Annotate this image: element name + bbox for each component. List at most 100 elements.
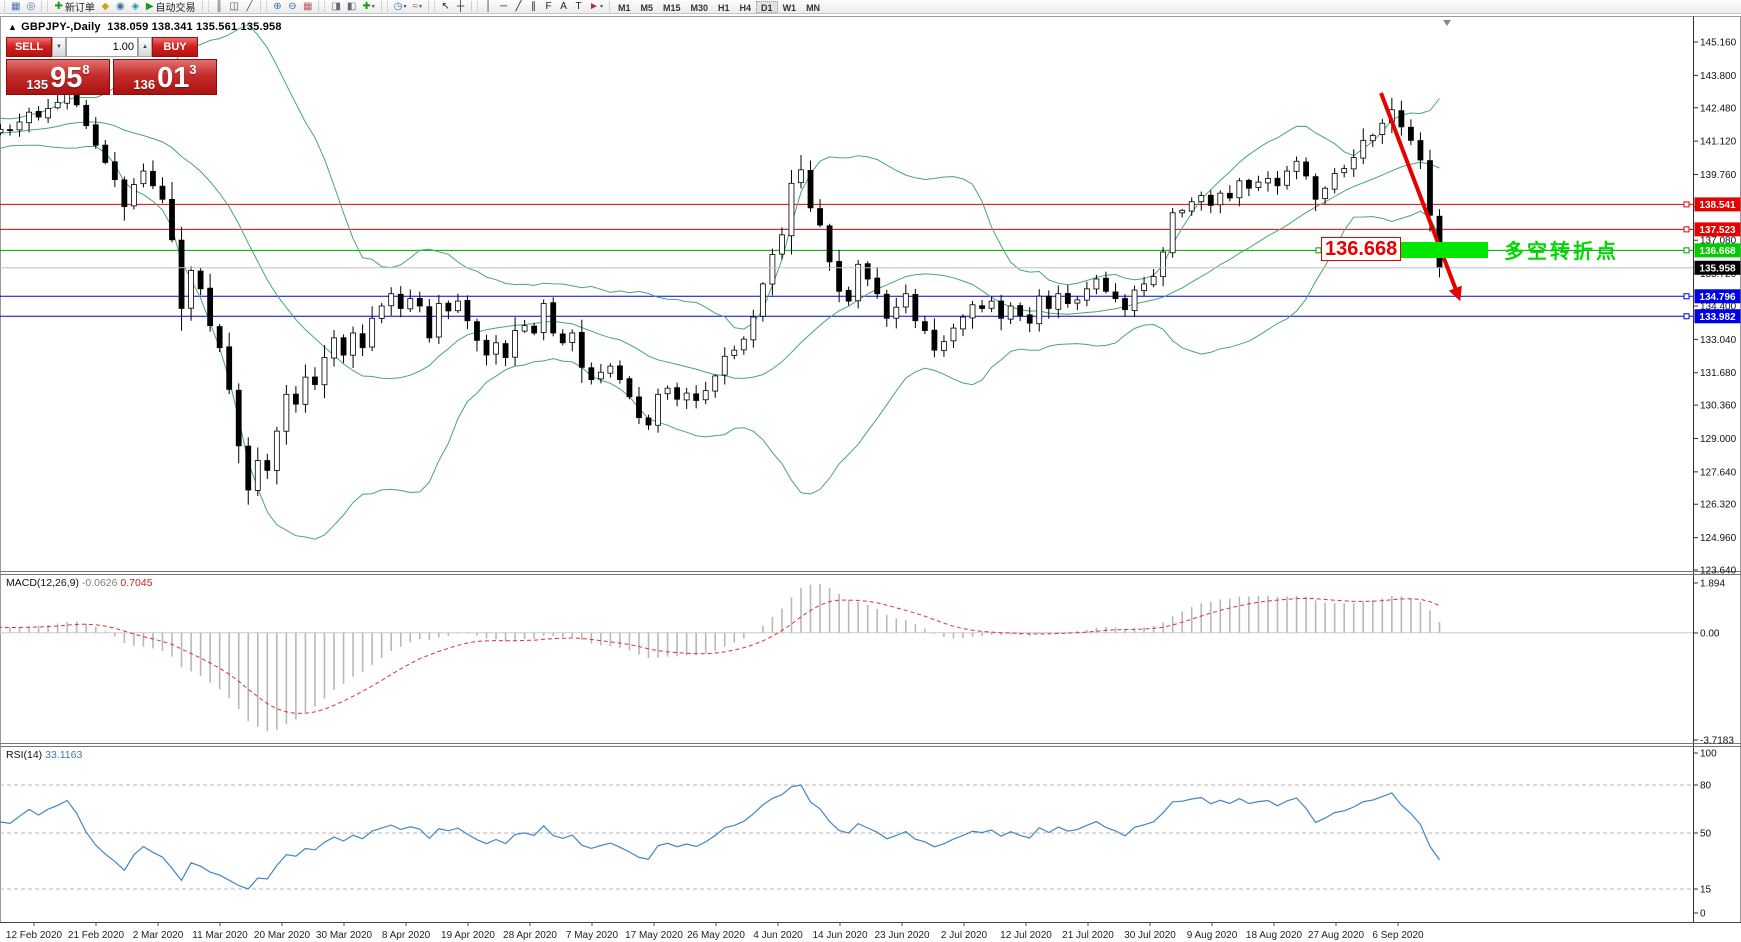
sell-price-base: 135 xyxy=(26,78,48,91)
toolbar-group-handle[interactable] xyxy=(208,1,210,12)
rsi-axis-label: 0 xyxy=(1700,909,1706,920)
new-order-icon[interactable]: ✚新订单 xyxy=(51,0,97,13)
data-window-icon[interactable]: ◨ xyxy=(328,0,343,13)
date-axis-label: 26 May 2020 xyxy=(687,930,745,941)
buy-button[interactable]: BUY xyxy=(152,37,198,57)
macd-axis-label: 1.894 xyxy=(1700,579,1725,590)
volume-increase-button[interactable]: ▲ xyxy=(138,37,152,57)
volume-decrease-button[interactable]: ▼ xyxy=(52,37,66,57)
navigator-icon[interactable]: ◧ xyxy=(344,0,359,13)
timeframe-button-h4[interactable]: H4 xyxy=(735,1,757,13)
date-axis-label: 7 May 2020 xyxy=(566,930,619,941)
cursor-icon[interactable]: ↖ xyxy=(438,0,453,13)
toolbar-separator xyxy=(428,1,429,12)
turning-point-text[interactable]: 多空转折点 xyxy=(1504,235,1619,264)
price-axis-label: 142.480 xyxy=(1700,103,1737,114)
timeframe-button-w1[interactable]: W1 xyxy=(778,1,802,13)
timeframe-button-h1[interactable]: H1 xyxy=(713,1,735,13)
toolbar-group-handle[interactable] xyxy=(324,1,326,12)
sell-price-box[interactable]: 135 95 8 xyxy=(6,59,110,95)
chart-window-icon[interactable]: ▦ xyxy=(8,0,23,13)
channel-icon[interactable]: ∥ xyxy=(526,0,541,13)
chart-shift-marker[interactable] xyxy=(1443,20,1451,26)
period-icon[interactable]: ◷▾ xyxy=(391,0,410,13)
toolbar-group-handle[interactable] xyxy=(387,1,389,12)
date-axis-label: 4 Jun 2020 xyxy=(753,930,803,941)
crosshair-icon[interactable]: ┼ xyxy=(453,0,468,13)
date-axis-label: 8 Apr 2020 xyxy=(382,930,431,941)
candlestick-series xyxy=(0,86,1442,504)
sell-price-big: 95 xyxy=(50,67,82,91)
price-axis[interactable]: 145.160143.800142.480141.120139.760138.4… xyxy=(1694,38,1741,920)
timeframe-button-mn[interactable]: MN xyxy=(801,1,825,13)
sell-button[interactable]: SELL xyxy=(6,37,52,57)
date-axis-label: 21 Feb 2020 xyxy=(68,930,125,941)
toolbar-group-handle[interactable] xyxy=(477,1,479,12)
new-chart-icon[interactable]: ✚▾ xyxy=(359,0,377,13)
date-axis[interactable]: 12 Feb 202021 Feb 20202 Mar 202011 Mar 2… xyxy=(6,923,1424,942)
toolbar-group-handle[interactable] xyxy=(4,1,6,12)
price-axis-label: 124.960 xyxy=(1700,533,1737,544)
macd-axis-label: 0.00 xyxy=(1700,629,1720,640)
rsi-axis-label: 15 xyxy=(1700,885,1712,896)
toolbar-group-handle[interactable] xyxy=(434,1,436,12)
price-tag-label: 133.982 xyxy=(1699,312,1736,323)
toolbar-separator xyxy=(318,1,319,12)
price-axis-label: 130.360 xyxy=(1700,401,1737,412)
toolbar-separator xyxy=(41,1,42,12)
fibonacci-icon[interactable]: F xyxy=(541,0,556,13)
price-tag-label: 135.958 xyxy=(1699,263,1736,274)
horizontal-line-icon[interactable]: ─ xyxy=(496,0,511,13)
toolbar-group-handle[interactable] xyxy=(266,1,268,12)
line-chart-icon[interactable]: ╱ xyxy=(242,0,257,13)
experts-icon[interactable]: ◉ xyxy=(113,0,128,13)
rsi-axis-label: 50 xyxy=(1700,829,1712,840)
label-icon[interactable]: T xyxy=(571,0,586,13)
signals-icon[interactable]: ◈ xyxy=(128,0,143,13)
arrows-icon[interactable]: ►▾ xyxy=(586,0,606,13)
price-axis-label: 145.160 xyxy=(1700,38,1737,49)
autotrading-icon[interactable]: ▶自动交易 xyxy=(143,0,199,13)
bar-chart-icon[interactable]: ║ xyxy=(212,0,227,13)
price-tag-label: 137.523 xyxy=(1699,225,1736,236)
timeframe-button-d1[interactable]: D1 xyxy=(756,1,778,13)
toolbar-separator xyxy=(202,1,203,12)
toolbar-separator xyxy=(609,1,610,12)
timeframe-button-m5[interactable]: M5 xyxy=(635,1,658,13)
macd-signal-line xyxy=(0,598,1439,713)
sell-price-pip: 8 xyxy=(82,62,89,77)
date-axis-label: 12 Jul 2020 xyxy=(1000,930,1052,941)
volume-input[interactable]: 1.00 xyxy=(66,37,138,57)
toolbar-separator xyxy=(381,1,382,12)
price-level-label[interactable]: 136.668 xyxy=(1321,237,1401,261)
macd-histogram xyxy=(0,584,1440,731)
date-axis-label: 14 Jun 2020 xyxy=(812,930,867,941)
timeframe-button-m1[interactable]: M1 xyxy=(613,1,636,13)
price-axis-label: 126.320 xyxy=(1700,500,1737,511)
date-axis-label: 19 Apr 2020 xyxy=(441,930,495,941)
history-center-icon[interactable]: ◆ xyxy=(98,0,113,13)
trendline-icon[interactable]: ╱ xyxy=(511,0,526,13)
turning-point-zone-rect[interactable] xyxy=(1398,242,1488,258)
rsi-line xyxy=(0,785,1439,889)
price-axis-label: 139.760 xyxy=(1700,170,1737,181)
chart-title: ▲GBPJPY-,Daily 138.059 138.341 135.561 1… xyxy=(8,21,282,33)
buy-price-box[interactable]: 136 01 3 xyxy=(113,59,217,95)
toolbar: ▦◎✚新订单◆◉◈▶自动交易║◫╱⊕⊖▦◨◧✚▾◷▾≈▾↖┼│─╱∥FAT►▾M… xyxy=(0,0,1741,14)
macd-axis-label: -3.7183 xyxy=(1700,736,1734,747)
text-icon[interactable]: A xyxy=(556,0,571,13)
search-symbol-icon[interactable]: ◎ xyxy=(23,0,38,13)
date-axis-label: 2 Mar 2020 xyxy=(133,930,184,941)
timeframe-button-m30[interactable]: M30 xyxy=(686,1,714,13)
collapse-icon[interactable]: ▲ xyxy=(8,22,17,32)
timeframe-button-m15[interactable]: M15 xyxy=(658,1,686,13)
date-axis-label: 27 Aug 2020 xyxy=(1308,930,1365,941)
zoom-in-icon[interactable]: ⊕ xyxy=(270,0,285,13)
indicators-icon[interactable]: ≈▾ xyxy=(410,0,426,13)
candlestick-chart-icon[interactable]: ◫ xyxy=(227,0,242,13)
tile-windows-icon[interactable]: ▦ xyxy=(300,0,315,13)
toolbar-group-handle[interactable] xyxy=(47,1,49,12)
vertical-line-icon[interactable]: │ xyxy=(481,0,496,13)
zoom-out-icon[interactable]: ⊖ xyxy=(285,0,300,13)
date-axis-label: 9 Aug 2020 xyxy=(1187,930,1238,941)
